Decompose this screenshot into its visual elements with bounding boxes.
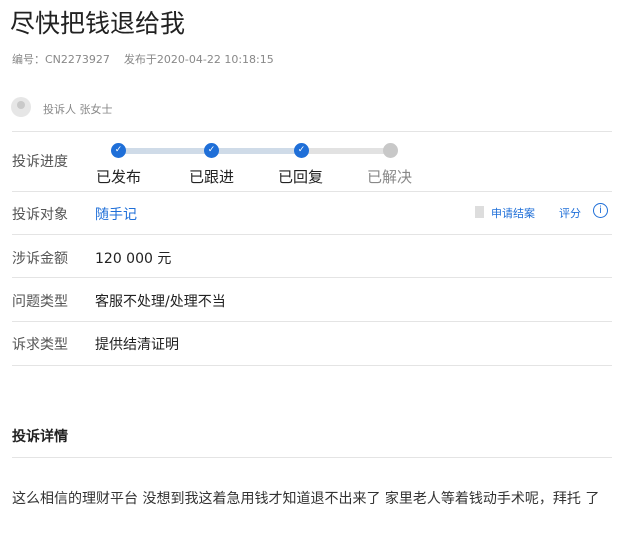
- avatar: [11, 97, 31, 117]
- divider: [12, 131, 612, 132]
- complaint-meta: 编号：CN2273927 发布于2020-04-22 10:18:15: [12, 51, 288, 67]
- pending-dot-icon: [383, 143, 398, 158]
- amount-label: 涉诉金额: [12, 251, 68, 267]
- divider: [12, 191, 612, 192]
- check-icon: ✓: [294, 143, 309, 158]
- divider: [12, 365, 612, 366]
- divider: [12, 321, 612, 322]
- divider: [12, 277, 612, 278]
- check-icon: ✓: [204, 143, 219, 158]
- step-label: 已跟进: [189, 168, 235, 186]
- divider: [12, 457, 612, 458]
- apply-close-button[interactable]: 申请结案: [491, 205, 535, 221]
- target-link[interactable]: 随手记: [95, 204, 137, 224]
- details-text: 这么相信的理财平台 没想到我这着急用钱才知道退不出来了 家里老人等着钱动手术呢，…: [12, 491, 600, 507]
- info-icon[interactable]: i: [593, 203, 608, 218]
- progress-label: 投诉进度: [12, 154, 68, 170]
- step-label: 已发布: [96, 168, 142, 186]
- step-label: 已解决: [367, 168, 413, 186]
- issue-label: 问题类型: [12, 294, 68, 310]
- document-icon: [475, 206, 484, 218]
- demand-label: 诉求类型: [12, 337, 68, 353]
- page-title: 尽快把钱退给我: [10, 9, 186, 38]
- target-label: 投诉对象: [12, 207, 68, 223]
- complainant: 投诉人 张女士: [43, 103, 113, 116]
- issue-value: 客服不处理/处理不当: [95, 294, 226, 310]
- step-label: 已回复: [278, 168, 324, 186]
- rate-button[interactable]: 评分: [559, 205, 581, 221]
- complaint-id: 编号：CN2273927: [12, 53, 110, 66]
- demand-value: 提供结清证明: [95, 337, 179, 353]
- details-heading: 投诉详情: [12, 429, 68, 445]
- divider: [12, 234, 612, 235]
- publish-time: 发布于2020-04-22 10:18:15: [123, 53, 274, 66]
- check-icon: ✓: [111, 143, 126, 158]
- amount-value: 120 000 元: [95, 251, 172, 267]
